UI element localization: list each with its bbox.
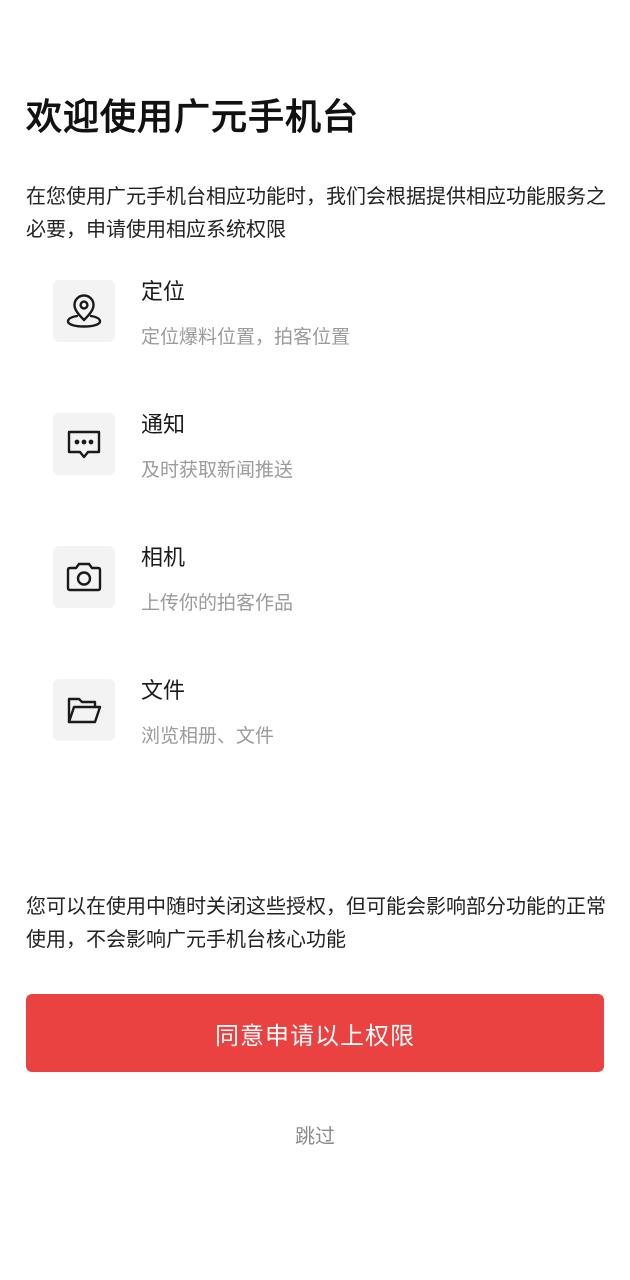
permission-description: 浏览相册、文件 <box>141 725 275 747</box>
permission-name: 定位 <box>141 280 186 305</box>
camera-icon <box>53 546 115 608</box>
intro-text: 在您使用广元手机台相应功能时，我们会根据提供相应功能服务之必要，申请使用相应系统… <box>26 184 606 241</box>
permission-description: 定位爆料位置，拍客位置 <box>141 326 351 348</box>
permission-item-location: 定位 定位爆料位置，拍客位置 <box>53 280 573 360</box>
permission-description: 上传你的拍客作品 <box>141 592 294 614</box>
location-pin-icon <box>53 280 115 342</box>
permission-name: 相机 <box>141 546 186 571</box>
skip-link[interactable]: 跳过 <box>0 1120 630 1149</box>
page-title: 欢迎使用广元手机台 <box>26 97 360 138</box>
permission-item-notification: 通知 及时获取新闻推送 <box>53 413 573 493</box>
permission-note: 您可以在使用中随时关闭这些授权，但可能会影响部分功能的正常使用，不会影响广元手机… <box>26 894 606 951</box>
permission-item-camera: 相机 上传你的拍客作品 <box>53 546 573 626</box>
folder-icon <box>53 679 115 741</box>
permission-description: 及时获取新闻推送 <box>141 459 294 481</box>
permission-name: 通知 <box>141 413 186 438</box>
permission-item-files: 文件 浏览相册、文件 <box>53 679 573 759</box>
agree-permissions-button[interactable]: 同意申请以上权限 <box>26 994 604 1072</box>
permission-name: 文件 <box>141 679 186 704</box>
message-bubble-icon <box>53 413 115 475</box>
